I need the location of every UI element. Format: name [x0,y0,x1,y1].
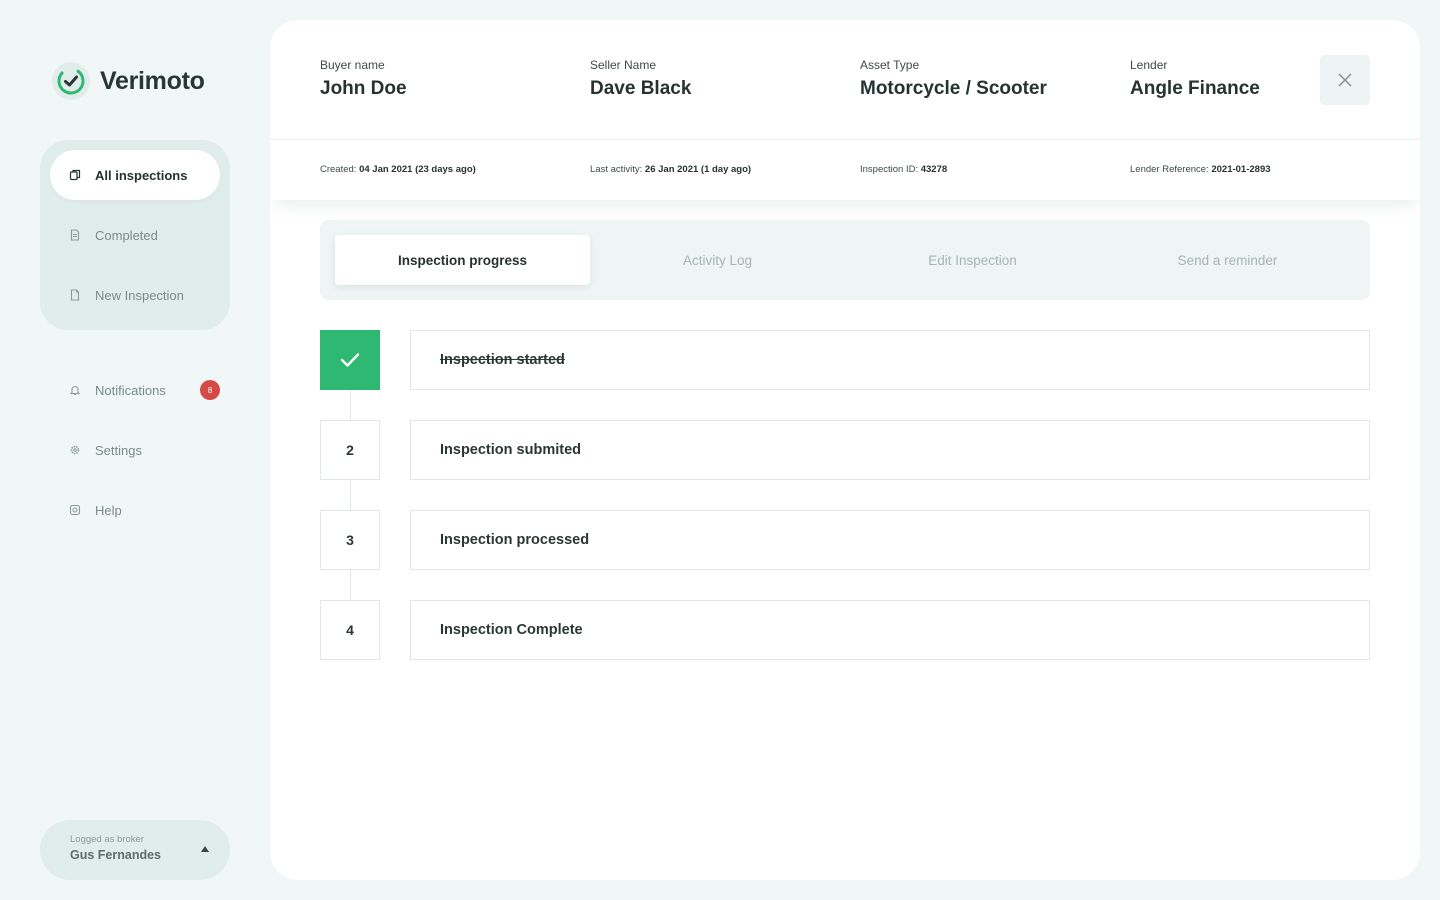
user-role: Logged as broker [70,834,144,845]
buyer-value: John Doe [320,78,407,99]
nav-item-new-inspection[interactable]: New Inspection [50,270,220,320]
close-button[interactable] [1320,55,1370,105]
nav-item-label: New Inspection [95,287,184,303]
asset-type-value: Motorcycle / Scooter [860,78,1047,99]
step-4-number: 4 [320,600,380,660]
new-file-icon [69,289,81,301]
inspection-meta: Created: 04 Jan 2021 (23 days ago) Last … [270,140,1420,200]
lender-value: Angle Finance [1130,78,1260,99]
notification-count-badge: 8 [200,380,220,400]
buyer-label: Buyer name [320,58,385,72]
step-2-number: 2 [320,420,380,480]
step-label: Inspection started [440,352,565,368]
user-menu[interactable]: Logged as broker Gus Fernandes [40,820,230,880]
check-circle-icon [52,62,90,100]
created-label: Created: [320,164,357,175]
last-activity-info: Last activity: 26 Jan 2021 (1 day ago) [590,164,751,175]
checkmark-icon [340,353,360,367]
nav-item-notifications[interactable]: Notifications 8 [40,370,230,410]
step-label: Inspection submited [440,442,581,458]
asset-type-field: Asset Type Motorcycle / Scooter [860,58,1047,100]
tab-edit-inspection[interactable]: Edit Inspection [845,235,1100,285]
nav-item-all-inspections[interactable]: All inspections [50,150,220,200]
nav-item-help[interactable]: Help [40,490,230,530]
nav-item-label: Help [95,502,122,518]
inspection-header: Buyer name John Doe Seller Name Dave Bla… [270,20,1420,140]
inspections-icon [69,169,81,181]
brand-logo[interactable]: Verimoto [52,62,205,100]
tab-send-reminder[interactable]: Send a reminder [1100,235,1355,285]
step-label: Inspection Complete [440,622,583,638]
lender-reference-value: 2021-01-2893 [1211,164,1271,175]
lender-field: Lender Angle Finance [1130,58,1260,100]
step-card-inspection-submitted[interactable]: Inspection submited [410,420,1370,480]
nav-item-completed[interactable]: Completed [50,210,220,260]
nav-item-label: Notifications [95,382,166,398]
step-3-number: 3 [320,510,380,570]
last-activity-value: 26 Jan 2021 (1 day ago) [644,164,752,175]
tab-inspection-progress[interactable]: Inspection progress [335,235,590,285]
step-label: Inspection processed [440,532,590,548]
created-info: Created: 04 Jan 2021 (23 days ago) [320,164,476,175]
seller-field: Seller Name Dave Black [590,58,691,100]
help-icon [69,504,81,516]
tab-bar: Inspection progress Activity Log Edit In… [320,220,1370,300]
nav-item-label: Settings [95,442,142,458]
inspection-detail-panel: Buyer name John Doe Seller Name Dave Bla… [270,20,1420,880]
lender-reference-label: Lender Reference: [1130,164,1209,175]
brand-name: Verimoto [100,66,205,95]
inspection-id-value: 43278 [920,164,948,175]
nav-item-label: Completed [95,227,158,243]
lender-label: Lender [1130,58,1168,72]
buyer-field: Buyer name John Doe [320,58,407,100]
step-1-check [320,330,380,390]
document-icon [69,229,81,241]
gear-icon [69,444,81,456]
last-activity-label: Last activity: [590,164,643,175]
close-icon [1338,73,1352,87]
nav-item-settings[interactable]: Settings [40,430,230,470]
user-name: Gus Fernandes [70,848,161,862]
inspection-id-info: Inspection ID: 43278 [860,164,947,175]
asset-type-label: Asset Type [860,58,920,72]
caret-up-icon [201,846,209,852]
seller-value: Dave Black [590,78,692,99]
step-card-inspection-started[interactable]: Inspection started [410,330,1370,390]
nav-item-label: All inspections [95,167,188,183]
created-value: 04 Jan 2021 (23 days ago) [359,164,476,175]
step-card-inspection-processed[interactable]: Inspection processed [410,510,1370,570]
lender-reference-info: Lender Reference: 2021-01-2893 [1130,164,1271,175]
inspection-id-label: Inspection ID: [860,164,919,175]
tab-activity-log[interactable]: Activity Log [590,235,845,285]
seller-label: Seller Name [590,58,657,72]
primary-nav: All inspections Completed New Inspection [40,140,230,330]
bell-icon [69,384,81,396]
step-card-inspection-complete[interactable]: Inspection Complete [410,600,1370,660]
